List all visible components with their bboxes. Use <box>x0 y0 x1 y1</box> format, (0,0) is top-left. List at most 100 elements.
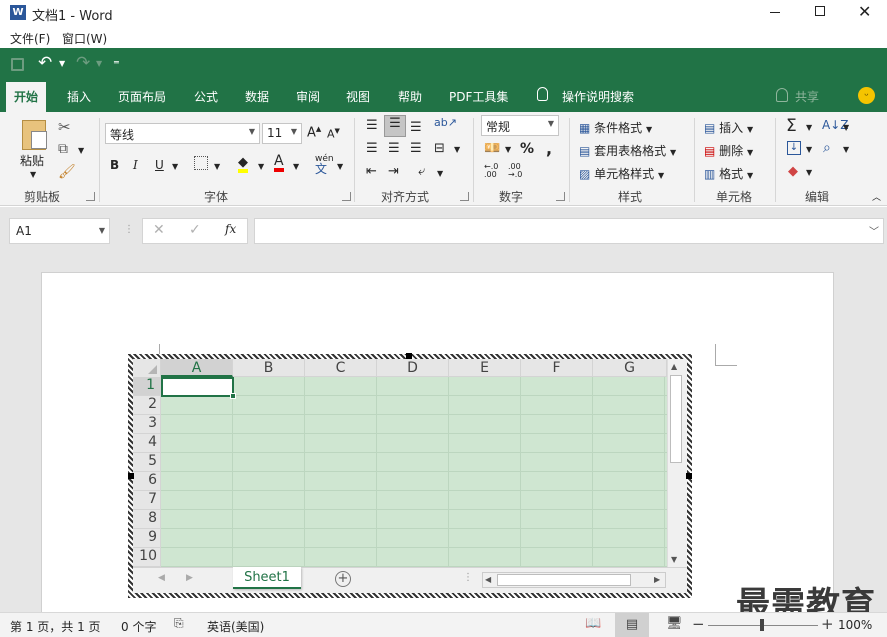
autosum-dropdown-icon[interactable]: ▼ <box>806 123 812 132</box>
confirm-entry-icon[interactable]: ✓ <box>189 222 201 238</box>
expand-formula-icon[interactable]: ﹀ <box>869 223 879 238</box>
resize-handle[interactable] <box>128 473 134 479</box>
undo-dropdown-icon[interactable]: ▼ <box>59 59 65 68</box>
tab-home[interactable]: 开始 <box>6 82 47 112</box>
row-header-10[interactable]: 10 <box>133 548 163 567</box>
save-icon[interactable] <box>11 58 24 71</box>
wrap-text-icon[interactable]: ⤶ <box>418 164 425 179</box>
copy-icon[interactable]: ⧉ <box>58 141 68 157</box>
column-header-c[interactable]: C <box>305 359 377 377</box>
align-center-icon[interactable]: ☰ <box>388 141 400 156</box>
collapse-ribbon-icon[interactable]: ︿ <box>872 190 881 203</box>
currency-dropdown-icon[interactable]: ▼ <box>505 145 511 154</box>
tab-help[interactable]: 帮助 <box>398 88 422 105</box>
name-box[interactable]: A1 ▼ <box>9 218 110 244</box>
maximize-icon[interactable] <box>815 6 825 16</box>
word-count[interactable]: 0 个字 <box>121 618 156 635</box>
font-launcher-icon[interactable] <box>342 192 351 201</box>
scroll-up-icon[interactable]: ▲ <box>671 362 677 371</box>
column-header-g[interactable]: G <box>593 359 667 377</box>
drag-handle-icon[interactable]: ⋮ <box>124 224 134 235</box>
italic-button[interactable]: I <box>133 158 138 172</box>
column-header-a[interactable]: A <box>161 359 233 377</box>
add-sheet-icon[interactable]: + <box>335 571 351 587</box>
row-header-2[interactable]: 2 <box>133 396 163 415</box>
row-header-7[interactable]: 7 <box>133 491 163 510</box>
select-all-corner[interactable] <box>133 359 161 377</box>
comma-style-icon[interactable]: , <box>546 139 552 158</box>
conditional-formatting-button[interactable]: ▦ 条件格式 ▼ <box>579 119 652 136</box>
menu-window[interactable]: 窗口(W) <box>62 30 107 47</box>
row-header-8[interactable]: 8 <box>133 510 163 529</box>
paste-icon[interactable] <box>22 120 47 150</box>
wrap-text-dropdown-icon[interactable]: ▼ <box>437 169 443 178</box>
clear-icon[interactable]: ◆ <box>788 164 798 179</box>
align-middle-icon[interactable]: ☰ <box>384 115 406 137</box>
find-select-icon[interactable]: ⌕ <box>823 140 831 156</box>
currency-icon[interactable]: 💴 <box>484 141 500 156</box>
borders-dropdown-icon[interactable]: ▼ <box>214 162 220 171</box>
orientation-icon[interactable]: ab↗ <box>434 116 457 129</box>
shrink-font-icon[interactable]: A▼ <box>327 127 340 141</box>
tab-data[interactable]: 数据 <box>245 88 269 105</box>
tab-page-layout[interactable]: 页面布局 <box>118 88 166 105</box>
smiley-icon[interactable]: ᵕ <box>858 87 875 104</box>
fill-dropdown-icon[interactable]: ▼ <box>806 145 812 154</box>
decrease-indent-icon[interactable]: ⇤ <box>366 164 377 179</box>
resize-handle[interactable] <box>686 473 692 479</box>
format-cells-button[interactable]: ▥ 格式 ▼ <box>704 165 753 182</box>
cell-styles-button[interactable]: ▨ 单元格样式 ▼ <box>579 165 664 182</box>
redo-dropdown-icon[interactable]: ▼ <box>96 59 102 68</box>
cut-icon[interactable]: ✂ <box>58 118 71 136</box>
autosum-icon[interactable]: Σ <box>786 116 797 136</box>
clipboard-launcher-icon[interactable] <box>86 192 95 201</box>
delete-cells-button[interactable]: ▤ 删除 ▼ <box>704 142 753 159</box>
borders-icon[interactable] <box>194 156 208 170</box>
phonetic-dropdown-icon[interactable]: ▼ <box>337 162 343 171</box>
font-size-combo[interactable]: 11 ▼ <box>262 123 302 144</box>
redo-icon[interactable]: ↷ <box>76 53 90 73</box>
column-header-b[interactable]: B <box>233 359 305 377</box>
underline-button[interactable]: U <box>155 158 164 172</box>
percent-icon[interactable]: % <box>520 141 534 157</box>
read-mode-icon[interactable]: 📖 <box>585 616 601 631</box>
share-user-icon[interactable] <box>776 88 788 102</box>
phonetic-guide-button[interactable]: wén 文 <box>315 154 334 176</box>
scroll-left-icon[interactable]: ◀ <box>485 575 491 584</box>
font-color-dropdown-icon[interactable]: ▼ <box>293 162 299 171</box>
scroll-down-icon[interactable]: ▼ <box>671 555 677 564</box>
cancel-entry-icon[interactable]: ✕ <box>153 222 165 238</box>
find-select-dropdown-icon[interactable]: ▼ <box>843 145 849 154</box>
underline-dropdown-icon[interactable]: ▼ <box>172 162 178 171</box>
row-header-9[interactable]: 9 <box>133 529 163 548</box>
row-header-6[interactable]: 6 <box>133 472 163 491</box>
column-header-d[interactable]: D <box>377 359 449 377</box>
vertical-scroll-thumb[interactable] <box>670 375 682 463</box>
copy-dropdown-icon[interactable]: ▼ <box>78 146 84 155</box>
page-count[interactable]: 第 1 页，共 1 页 <box>10 618 101 635</box>
scroll-right-icon[interactable]: ▶ <box>654 575 660 584</box>
number-format-combo[interactable]: 常规 ▼ <box>481 115 559 136</box>
merge-dropdown-icon[interactable]: ▼ <box>454 145 460 154</box>
menu-file[interactable]: 文件(F) <box>10 30 50 47</box>
row-header-5[interactable]: 5 <box>133 453 163 472</box>
row-header-1[interactable]: 1 <box>133 377 163 396</box>
zoom-out-icon[interactable]: − <box>692 615 705 633</box>
alignment-launcher-icon[interactable] <box>460 192 469 201</box>
language[interactable]: 英语(美国) <box>207 618 264 635</box>
cell-grid[interactable] <box>161 377 667 567</box>
increase-indent-icon[interactable]: ⇥ <box>388 164 399 179</box>
tell-me-search[interactable]: 操作说明搜索 <box>562 88 634 105</box>
fill-color-icon[interactable]: ◆ <box>238 156 248 173</box>
zoom-slider-thumb[interactable] <box>760 619 764 631</box>
tab-view[interactable]: 视图 <box>346 88 370 105</box>
resize-handle[interactable] <box>406 353 412 359</box>
proofing-icon[interactable]: ⎘ <box>174 616 184 631</box>
fill-icon[interactable]: ↓ <box>787 141 801 155</box>
insert-cells-button[interactable]: ▤ 插入 ▼ <box>704 119 753 136</box>
print-layout-icon[interactable]: ▤ <box>615 613 649 637</box>
clear-dropdown-icon[interactable]: ▼ <box>806 168 812 177</box>
paste-dropdown-icon[interactable]: ▼ <box>30 170 36 179</box>
align-bottom-icon[interactable]: ☰ <box>410 120 422 135</box>
number-launcher-icon[interactable] <box>556 192 565 201</box>
